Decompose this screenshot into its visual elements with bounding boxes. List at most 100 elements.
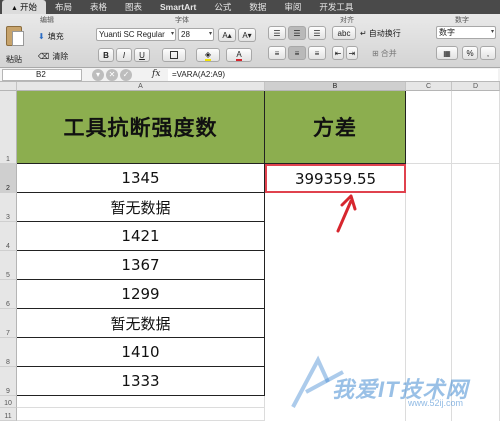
- eraser-icon: ⌫: [38, 51, 50, 61]
- cell-a9[interactable]: 1333: [17, 367, 265, 396]
- ribbon: 编辑 字体 对齐 数字 粘贴 ⬇ 填充 ⌫ 清除 Yuanti SC Regular…: [0, 14, 500, 68]
- decrease-indent-button[interactable]: ⇤: [332, 46, 344, 60]
- tab-data[interactable]: 数据: [240, 0, 275, 14]
- cell-a10[interactable]: [17, 396, 265, 408]
- column-header-b[interactable]: B: [265, 82, 406, 91]
- fill-color-button[interactable]: ◈: [196, 48, 220, 62]
- row-header[interactable]: 8: [0, 338, 17, 367]
- font-size-select[interactable]: 28 ▾: [178, 28, 214, 41]
- align-left-icon: ☰: [273, 28, 281, 38]
- align-left-button[interactable]: ≡: [268, 46, 286, 60]
- row-header[interactable]: 10: [0, 396, 17, 408]
- font-grow-icon: A▴: [222, 30, 232, 40]
- row-header[interactable]: 11: [0, 408, 17, 421]
- align-right-button[interactable]: ≡: [308, 46, 326, 60]
- cancel-formula-icon[interactable]: ✕: [106, 69, 118, 81]
- cell-d1[interactable]: [452, 91, 500, 164]
- tab-home[interactable]: ▲ 开始: [2, 0, 46, 14]
- align-left-icon: ≡: [274, 48, 280, 58]
- group-font-title: 字体: [175, 17, 189, 24]
- tab-charts[interactable]: 图表: [116, 0, 151, 14]
- home-icon: ▲: [11, 5, 18, 12]
- cell-a1[interactable]: 工具抗断强度数: [17, 91, 265, 164]
- comma-icon: ,: [486, 48, 490, 58]
- border-icon: [170, 51, 178, 59]
- cell-a7[interactable]: 暂无数据: [17, 309, 265, 338]
- italic-button[interactable]: I: [116, 48, 132, 62]
- row-header[interactable]: 3: [0, 193, 17, 222]
- wrap-text-button[interactable]: ↵ 自动换行: [360, 28, 401, 39]
- row-header[interactable]: 6: [0, 280, 17, 309]
- fill-button[interactable]: ⬇ 填充: [38, 30, 64, 42]
- name-box[interactable]: B2: [2, 69, 82, 81]
- confirm-formula-icon[interactable]: ✓: [120, 69, 132, 81]
- font-color-button[interactable]: A: [226, 48, 252, 62]
- formula-menu-icon[interactable]: ▾: [92, 69, 104, 81]
- align-top-right-button[interactable]: ☰: [308, 26, 326, 40]
- tab-tables[interactable]: 表格: [81, 0, 116, 14]
- outdent-icon: ⇤: [334, 48, 342, 58]
- column-header-c[interactable]: C: [406, 82, 452, 91]
- percent-button[interactable]: %: [462, 46, 478, 60]
- chevron-down-icon: ▾: [208, 31, 212, 37]
- merge-button[interactable]: ⊞ 合并: [372, 48, 397, 59]
- currency-button[interactable]: ▦: [436, 46, 458, 60]
- empty-range-c[interactable]: [406, 164, 452, 421]
- align-center-button[interactable]: ≡: [288, 46, 306, 60]
- align-center-icon: ≡: [294, 48, 300, 58]
- orientation-button[interactable]: abc: [332, 26, 356, 40]
- tab-formulas[interactable]: 公式: [205, 0, 240, 14]
- bold-button[interactable]: B: [98, 48, 114, 62]
- tab-smartart[interactable]: SmartArt: [151, 0, 205, 14]
- row-header[interactable]: 2: [0, 164, 17, 193]
- paint-bucket-icon: ◈: [204, 49, 212, 61]
- group-number-title: 数字: [455, 17, 469, 24]
- cell-a4[interactable]: 1421: [17, 222, 265, 251]
- increase-font-button[interactable]: A▴: [218, 28, 236, 42]
- cell-c1[interactable]: [406, 91, 452, 164]
- red-arrow-icon: [336, 194, 357, 233]
- cell-b2-selected[interactable]: 399359.55: [265, 164, 406, 193]
- ribbon-tab-bar: ▲ 开始 布局 表格 图表 SmartArt 公式 数据 审阅 开发工具: [0, 0, 500, 14]
- cell-a2[interactable]: 1345: [17, 164, 265, 193]
- row-header[interactable]: 9: [0, 367, 17, 396]
- cell-b1[interactable]: 方差: [265, 91, 406, 164]
- comma-button[interactable]: ,: [480, 46, 496, 60]
- cell-a5[interactable]: 1367: [17, 251, 265, 280]
- fx-icon[interactable]: fx: [152, 69, 160, 79]
- row-header[interactable]: 4: [0, 222, 17, 251]
- cell-a6[interactable]: 1299: [17, 280, 265, 309]
- row-header[interactable]: 5: [0, 251, 17, 280]
- font-name-select[interactable]: Yuanti SC Regular ▾: [96, 28, 176, 41]
- group-edit-title: 编辑: [40, 17, 54, 24]
- row-header[interactable]: 1: [0, 91, 17, 164]
- decrease-font-button[interactable]: A▾: [238, 28, 256, 42]
- chevron-down-icon: ▾: [170, 31, 174, 37]
- align-top-center-button[interactable]: ☰: [288, 26, 306, 40]
- borders-button[interactable]: [162, 48, 186, 62]
- cell-a3[interactable]: 暂无数据: [17, 193, 265, 222]
- group-align-title: 对齐: [340, 17, 354, 24]
- tab-layout[interactable]: 布局: [46, 0, 81, 14]
- row-header[interactable]: 7: [0, 309, 17, 338]
- increase-indent-button[interactable]: ⇥: [346, 46, 358, 60]
- column-header-d[interactable]: D: [452, 82, 500, 91]
- align-right-icon: ☰: [313, 28, 321, 38]
- chevron-down-icon: ▾: [490, 29, 494, 35]
- number-format-select[interactable]: 数字 ▾: [436, 26, 496, 39]
- select-all-corner[interactable]: [0, 82, 17, 91]
- column-header-a[interactable]: A: [17, 82, 265, 91]
- clear-button[interactable]: ⌫ 清除: [38, 50, 68, 62]
- formula-bar: B2 ▾ ✕ ✓ fx =VARA(A2:A9): [0, 68, 500, 82]
- cell-a11[interactable]: [17, 408, 265, 421]
- tab-developer[interactable]: 开发工具: [310, 0, 362, 14]
- font-shrink-icon: A▾: [242, 30, 252, 40]
- underline-button[interactable]: U: [134, 48, 150, 62]
- align-top-left-button[interactable]: ☰: [268, 26, 286, 40]
- formula-input[interactable]: =VARA(A2:A9): [168, 69, 498, 81]
- paste-label: 粘贴: [6, 55, 22, 64]
- cell-a8[interactable]: 1410: [17, 338, 265, 367]
- tab-review[interactable]: 审阅: [275, 0, 310, 14]
- empty-range-d[interactable]: [452, 164, 500, 421]
- paste-button[interactable]: 粘贴: [2, 24, 32, 66]
